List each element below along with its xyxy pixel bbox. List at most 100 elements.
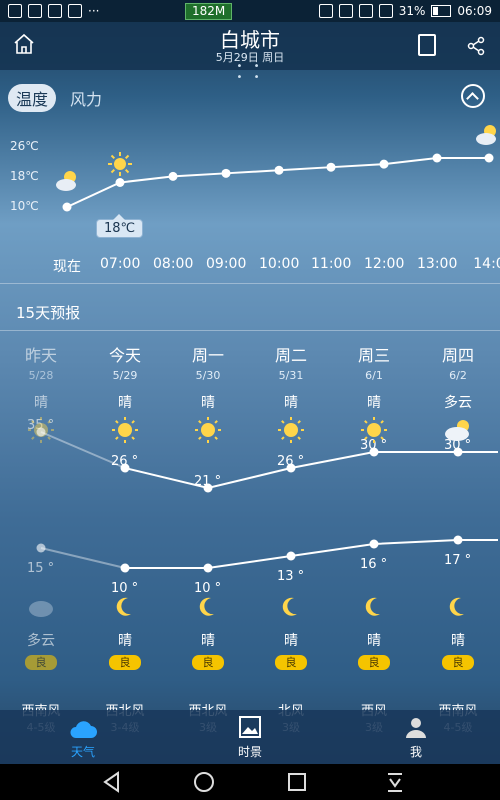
low-temp-label: 10 ° <box>194 581 222 596</box>
night-condition: 多云 <box>27 633 55 649</box>
chart-tabs: 温度 风力 <box>0 74 500 114</box>
hourly-temp-point <box>274 165 284 175</box>
day-name: 周三 <box>357 346 390 365</box>
day-name: 昨天 <box>24 346 57 365</box>
battery-percent: 31% <box>398 4 426 18</box>
hour-label: 09:00 <box>206 256 247 272</box>
day-name: 今天 <box>108 346 141 365</box>
system-nav-bar <box>0 764 500 800</box>
night-condition: 晴 <box>367 633 381 649</box>
moon-icon <box>282 597 297 616</box>
hourly-temp-point <box>432 153 442 163</box>
clock: 06:09 <box>457 4 492 18</box>
night-condition: 晴 <box>284 633 298 649</box>
sun-icon <box>112 417 138 443</box>
high-temp-label: 26 ° <box>277 454 305 469</box>
back-icon[interactable] <box>100 770 124 794</box>
day-date: 5/31 <box>278 369 304 382</box>
cloudy-night-icon <box>29 601 53 617</box>
recents-icon[interactable] <box>285 770 309 794</box>
day-condition: 晴 <box>367 395 381 411</box>
app-header: 白城市 5月29日 周日 • • • • <box>0 22 500 83</box>
cloudy-icon <box>56 171 76 191</box>
hour-label: 07:00 <box>100 256 141 272</box>
hour-label: 10:00 <box>259 256 300 272</box>
aqi-badge: 良 <box>192 655 224 670</box>
sun-icon <box>108 152 132 176</box>
tab-temperature[interactable]: 温度 <box>8 84 57 112</box>
cloudy-icon <box>476 125 496 145</box>
wifi-icon <box>358 4 373 18</box>
nav-weather[interactable]: 天气 <box>53 710 113 764</box>
forecast-day-column[interactable]: 周二 5/31 晴 <box>261 342 321 412</box>
forecast-day-column[interactable]: 周一 5/30 晴 <box>178 342 238 412</box>
nav-me[interactable]: 我 <box>386 710 446 764</box>
hour-label: 13:00 <box>417 256 458 272</box>
day-condition: 晴 <box>118 395 132 411</box>
home-button-icon[interactable] <box>192 770 216 794</box>
aqi-badge: 良 <box>109 655 141 670</box>
moon-icon <box>116 597 131 616</box>
day-date: 5/29 <box>112 369 138 382</box>
forecast-day-column[interactable]: 今天 5/29 晴 <box>95 342 155 412</box>
low-temp-label: 17 ° <box>444 553 472 568</box>
hourly-temp-point <box>484 153 494 163</box>
headset-icon <box>48 4 62 18</box>
day-name: 周一 <box>191 346 224 365</box>
nav-scenes[interactable]: 时景 <box>220 710 280 764</box>
high-temp-label: 21 ° <box>194 474 222 489</box>
low-temp-label: 13 ° <box>277 569 305 584</box>
signal-icon <box>378 4 393 18</box>
high-temp-label: 26 ° <box>111 454 139 469</box>
hourly-temp-point <box>379 159 389 169</box>
forecast-day-column[interactable]: 昨天 5/28 晴 <box>11 342 71 412</box>
share-icon[interactable] <box>466 36 486 56</box>
document-icon[interactable] <box>418 34 436 56</box>
hour-label: 12:00 <box>364 256 405 272</box>
hourly-temp-point <box>115 178 125 187</box>
bottom-nav: 天气 时景 我 <box>0 710 500 764</box>
image-icon <box>68 4 82 18</box>
alarm-icon <box>338 4 353 18</box>
moon-icon <box>449 597 464 616</box>
day-date: 6/2 <box>449 369 467 382</box>
hour-label: 现在 <box>53 259 81 275</box>
notification-pull-icon[interactable] <box>383 770 407 794</box>
app-icon <box>28 4 42 18</box>
day-condition: 晴 <box>284 395 298 411</box>
night-condition: 晴 <box>451 633 465 649</box>
aqi-badge: 良 <box>358 655 390 670</box>
low-temp-label: 10 ° <box>111 581 139 596</box>
day-name: 周二 <box>274 346 307 365</box>
low-temp-point <box>120 563 130 573</box>
moon-icon <box>199 597 214 616</box>
tab-wind[interactable]: 风力 <box>70 86 102 110</box>
collapse-icon[interactable] <box>461 84 485 108</box>
hour-label: 14:0 <box>473 256 500 272</box>
forecast-day-column[interactable]: 周四 6/2 多云 <box>428 342 488 412</box>
nav-weather-label: 天气 <box>70 745 95 759</box>
sun-icon <box>195 417 221 443</box>
y-label-low: 10℃ <box>10 199 39 213</box>
aqi-badge: 良 <box>275 655 307 670</box>
day-date: 5/30 <box>195 369 221 382</box>
low-temp-line <box>125 539 498 569</box>
y-label-mid: 18℃ <box>10 169 39 183</box>
nav-scenes-label: 时景 <box>237 745 262 759</box>
hour-label: 11:00 <box>311 256 352 272</box>
low-temp-label: 15 ° <box>27 561 55 576</box>
sun-icon <box>278 417 304 443</box>
high-temp-line <box>124 451 498 490</box>
forecast-temp-chart <box>28 417 498 617</box>
cloud-icon <box>70 721 97 738</box>
low-temp-point <box>286 551 296 561</box>
day-condition: 多云 <box>444 395 472 411</box>
person-icon <box>406 718 426 738</box>
vibrate-icon <box>318 4 333 18</box>
divider <box>0 283 500 284</box>
nav-me-label: 我 <box>409 745 422 759</box>
moon-icon <box>365 597 380 616</box>
status-right-icons: 31% 06:09 <box>318 0 492 22</box>
hourly-temp-point <box>62 202 72 212</box>
forecast-day-column[interactable]: 周三 6/1 晴 <box>344 342 404 412</box>
